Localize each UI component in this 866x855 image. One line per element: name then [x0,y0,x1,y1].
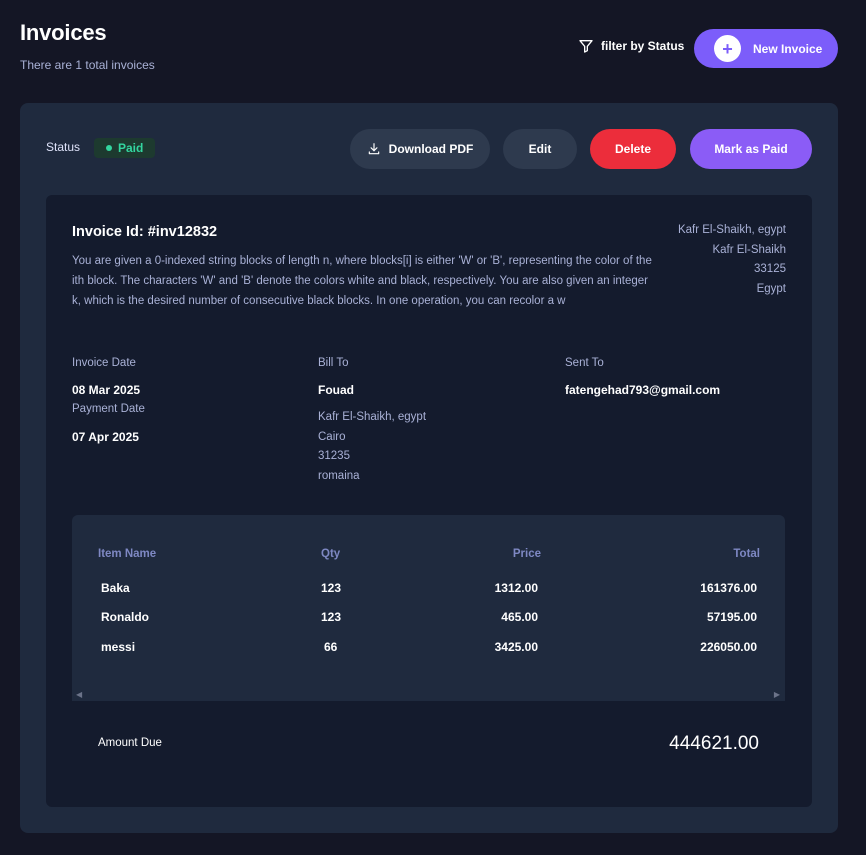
column-header-total: Total [733,548,760,560]
item-qty-cell: 123 [321,581,342,595]
items-table-panel: Item Name Qty Price Total Baka 123 1312.… [72,515,785,701]
status-badge: Paid [94,138,156,158]
client-address-line: Kafr El-Shaikh, egypt [318,411,427,423]
client-address-line: Cairo [318,430,346,443]
item-qty-cell: 123 [321,610,342,624]
item-total-cell: 226050.00 [700,640,757,654]
column-header-qty: Qty [321,548,341,560]
item-price-cell: 1312.00 [494,581,538,595]
client-email: fatengehad793@gmail.com [565,383,721,397]
item-qty-cell: 66 [324,640,338,654]
sender-address: Kafr El-Shaikh, egypt Kafr El-Shaikh 331… [678,221,786,299]
column-header-item-name: Item Name [98,548,157,560]
client-name: Fouad [318,383,354,397]
filter-label: filter by Status [601,39,685,53]
plus-icon: + [714,35,741,62]
item-price-cell: 3425.00 [494,640,538,654]
invoice-id: Invoice Id: #inv12832 [72,224,218,240]
scroll-left-arrow-icon[interactable]: ◀ [76,690,82,699]
sender-address-line: 33125 [754,263,786,275]
client-address-line: 31235 [318,450,350,462]
download-icon [368,143,379,155]
amount-due-bar: Amount Due 444621.00 [72,701,785,779]
payment-date: 07 Apr 2025 [72,430,139,444]
invoice-date-label: Invoice Date [72,357,136,369]
filter-icon [579,40,593,53]
download-pdf-button[interactable]: Download PDF [350,129,490,169]
status-value: Paid [118,141,144,155]
column-header-price: Price [512,548,541,560]
invoice-detail-card: Status Paid Download PDF Edit Delete Mar… [20,103,838,833]
mark-as-paid-label: Mark as Paid [714,142,788,156]
payment-date-label: Payment Date [72,403,145,415]
sender-address-line: Kafr El-Shaikh, egypt [677,224,786,236]
item-total-cell: 161376.00 [700,581,757,595]
edit-button[interactable]: Edit [503,129,577,169]
status-dot-icon [106,145,112,151]
invoice-body: Invoice Id: #inv12832 You are given a 0-… [46,195,812,807]
sender-address-line: Egypt [756,282,786,295]
item-price-cell: 465.00 [501,610,538,624]
invoice-description: You are given a 0-indexed string blocks … [72,255,652,307]
sent-to-label: Sent To [565,357,604,369]
new-invoice-button[interactable]: + New Invoice [694,29,838,68]
invoice-date: 08 Mar 2025 [72,383,141,397]
mark-as-paid-button[interactable]: Mark as Paid [690,129,812,169]
invoice-count-subtitle: There are 1 total invoices [20,58,155,72]
client-address-line: romaina [318,469,360,482]
bill-to-label: Bill To [318,357,349,369]
amount-due-label: Amount Due [98,737,162,749]
scroll-right-arrow-icon[interactable]: ▶ [774,690,780,699]
item-name-cell: messi [101,640,136,654]
status-label: Status [46,140,81,154]
sender-address-line: Kafr El-Shaikh [712,243,786,256]
page-title: Invoices [20,20,107,45]
amount-due-value: 444621.00 [669,733,759,754]
item-name-cell: Baka [101,581,130,595]
item-total-cell: 57195.00 [706,610,757,624]
delete-label: Delete [614,142,652,156]
new-invoice-label: New Invoice [753,41,823,56]
item-name-cell: Ronaldo [101,610,149,624]
download-pdf-label: Download PDF [388,142,474,156]
edit-label: Edit [528,142,552,156]
delete-button[interactable]: Delete [590,129,676,169]
filter-by-status-button[interactable]: filter by Status [578,38,684,54]
client-address: Kafr El-Shaikh, egypt Cairo 31235 romain… [318,408,426,486]
